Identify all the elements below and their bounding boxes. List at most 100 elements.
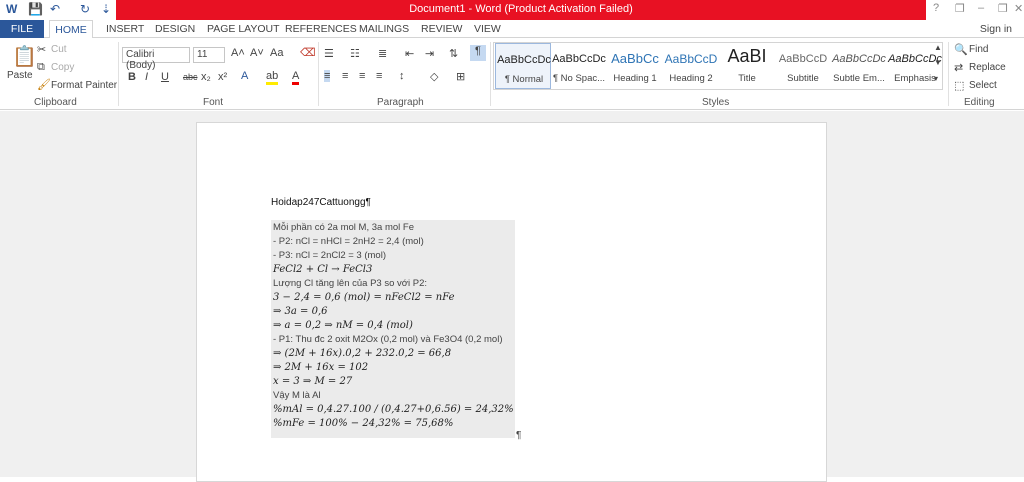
borders-icon[interactable]: ⊞ [456,70,465,83]
style-subtitle[interactable]: AaBbCcD Subtitle [775,43,831,89]
align-left-icon[interactable]: ≡ [324,70,331,82]
save-icon[interactable]: 💾 [28,2,43,16]
paragraph-mark: ¶ [516,430,522,441]
style-heading-1[interactable]: AaBbCc Heading 1 [607,43,663,89]
help-button[interactable]: ? [933,2,939,14]
solution-line: FeCl2 + Cl → FeCl3 [273,264,373,275]
style-preview: AaBbCcDc [552,53,606,65]
solution-line: Mỗi phần có 2a mol M, 3a mol Fe [273,222,414,233]
bold-button[interactable]: B [128,71,136,83]
style-preview: AaBI [727,46,767,66]
decrease-indent-icon[interactable]: ⇤ [405,47,414,60]
paragraph-group-label: Paragraph [377,97,424,108]
cut-button[interactable]: Cut [51,44,67,55]
solution-line: ⇒ 2M + 16x = 102 [273,362,369,373]
subscript-button[interactable]: x₂ [201,71,211,83]
clear-formatting-icon[interactable]: ⌫ [300,46,316,59]
redo-icon[interactable]: ↻ [80,2,90,16]
replace-button[interactable]: Replace [969,62,1006,73]
solution-line: x = 3 ⇒ M = 27 [273,376,353,387]
clipboard-group-label: Clipboard [34,97,77,108]
increase-indent-icon[interactable]: ⇥ [425,47,434,60]
paste-button[interactable]: Paste [7,70,33,81]
style-name: Title [738,73,756,84]
style-no-spacing[interactable]: AaBbCcDc ¶ No Spac... [551,43,607,89]
customize-qat-icon[interactable]: ⇣ [101,2,111,16]
bullets-icon[interactable]: ☰ [324,47,334,60]
word-app-icon: W [6,2,18,16]
strikethrough-button[interactable]: abc [183,72,198,82]
grow-font-icon[interactable]: A˄ [231,47,245,59]
undo-icon[interactable]: ↶ [50,2,60,16]
style-normal[interactable]: AaBbCcDc ¶ Normal [495,43,551,89]
divider [490,42,491,106]
ribbon-display-button[interactable]: ❐ [955,2,965,15]
solution-line: %mFe = 100% − 24,32% = 75,68% [273,418,454,429]
cut-icon: ✂ [37,44,47,56]
show-formatting-button[interactable]: ¶ [470,45,486,61]
solution-line: - P1: Thu đc 2 oxit M2Ox (0,2 mol) và Fe… [273,334,503,345]
line-spacing-icon[interactable]: ↕ [399,70,405,82]
select-button[interactable]: Select [969,80,997,91]
tab-file[interactable]: FILE [0,20,44,38]
tab-design[interactable]: DESIGN [155,23,195,35]
font-color-icon[interactable]: A [292,70,300,85]
format-painter-button[interactable]: Format Painter [51,80,117,91]
tab-review[interactable]: REVIEW [421,23,462,35]
styles-scroll-down-icon[interactable]: ▼ [934,58,942,67]
style-preview: AaBbCc [611,51,659,66]
sign-in-link[interactable]: Sign in [980,23,1012,35]
style-preview: AaBbCcD [778,53,828,65]
style-name: Heading 2 [669,73,713,84]
highlight-icon[interactable]: ab [266,70,279,85]
document-page[interactable]: Hoidap247Cattuongg¶ Mỗi phần có 2a mol M… [196,122,827,482]
tab-page-layout[interactable]: PAGE LAYOUT [207,23,280,35]
superscript-button[interactable]: x² [218,71,227,83]
multilevel-list-icon[interactable]: ≣ [378,47,387,60]
document-area[interactable]: Hoidap247Cattuongg¶ Mỗi phần có 2a mol M… [0,111,1024,482]
shrink-font-icon[interactable]: A˅ [250,47,264,59]
find-button[interactable]: Find [969,44,988,55]
style-subtle-emphasis[interactable]: AaBbCcDc Subtle Em... [831,43,887,89]
title-bar: W 💾 ↶ ↻ ⇣ Document1 - Word (Product Acti… [0,0,1024,20]
numbering-icon[interactable]: ☷ [350,47,360,60]
styles-more-icon[interactable]: ▾ [934,74,938,83]
solution-line: - P3: nCl = 2nCl2 = 3 (mol) [273,250,386,261]
style-preview: AaBbCcD [664,52,718,66]
document-heading: Hoidap247Cattuongg¶ [271,197,371,208]
window-title: Document1 - Word (Product Activation Fai… [409,3,633,15]
close-button[interactable]: ✕ [1014,2,1023,15]
justify-icon[interactable]: ≡ [376,70,382,82]
style-heading-2[interactable]: AaBbCcD Heading 2 [663,43,719,89]
center-icon[interactable]: ≡ [342,70,348,82]
style-name: ¶ No Spac... [552,73,606,84]
tab-references[interactable]: REFERENCES [285,23,357,35]
tab-insert[interactable]: INSERT [106,23,144,35]
solution-line: 3 − 2,4 = 0,6 (mol) = nFeCl2 = nFe [273,292,455,303]
italic-button[interactable]: I [145,71,148,83]
solution-line: %mAl = 0,4.27.100 / (0,4.27+0,6.56) = 24… [273,404,514,415]
underline-button[interactable]: U [161,71,169,83]
font-size-combo[interactable]: 11 [193,47,225,63]
styles-gallery: AaBbCcDc ¶ Normal AaBbCcDc ¶ No Spac... Aa… [493,42,943,90]
ribbon: 📋 Paste ✂ Cut ⧉ Copy 🖌 Format Painter Cl… [0,38,1024,110]
solution-line: - P2: nCl = nHCl = 2nH2 = 2,4 (mol) [273,236,424,247]
sort-icon[interactable]: ⇅ [449,47,458,60]
text-effects-icon[interactable]: A [241,70,248,82]
style-title[interactable]: AaBI Title [719,43,775,89]
solution-block: Mỗi phần có 2a mol M, 3a mol Fe - P2: nCl… [271,220,515,438]
tab-view[interactable]: VIEW [474,23,501,35]
styles-scroll-up-icon[interactable]: ▲ [934,43,942,52]
shading-icon[interactable]: ◇ [430,70,438,83]
font-name-combo[interactable]: Calibri (Body) [122,47,190,71]
change-case-icon[interactable]: Aa [270,47,283,59]
minimize-button[interactable]: – [978,2,984,14]
style-preview: AaBbCcDc [497,54,551,66]
tab-home[interactable]: HOME [49,20,93,39]
align-right-icon[interactable]: ≡ [359,70,365,82]
copy-button[interactable]: Copy [51,62,74,73]
find-icon: 🔍 [954,44,968,56]
restore-button[interactable]: ❐ [998,2,1008,15]
solution-line: Vậy M là Al [273,390,321,401]
tab-mailings[interactable]: MAILINGS [359,23,409,35]
